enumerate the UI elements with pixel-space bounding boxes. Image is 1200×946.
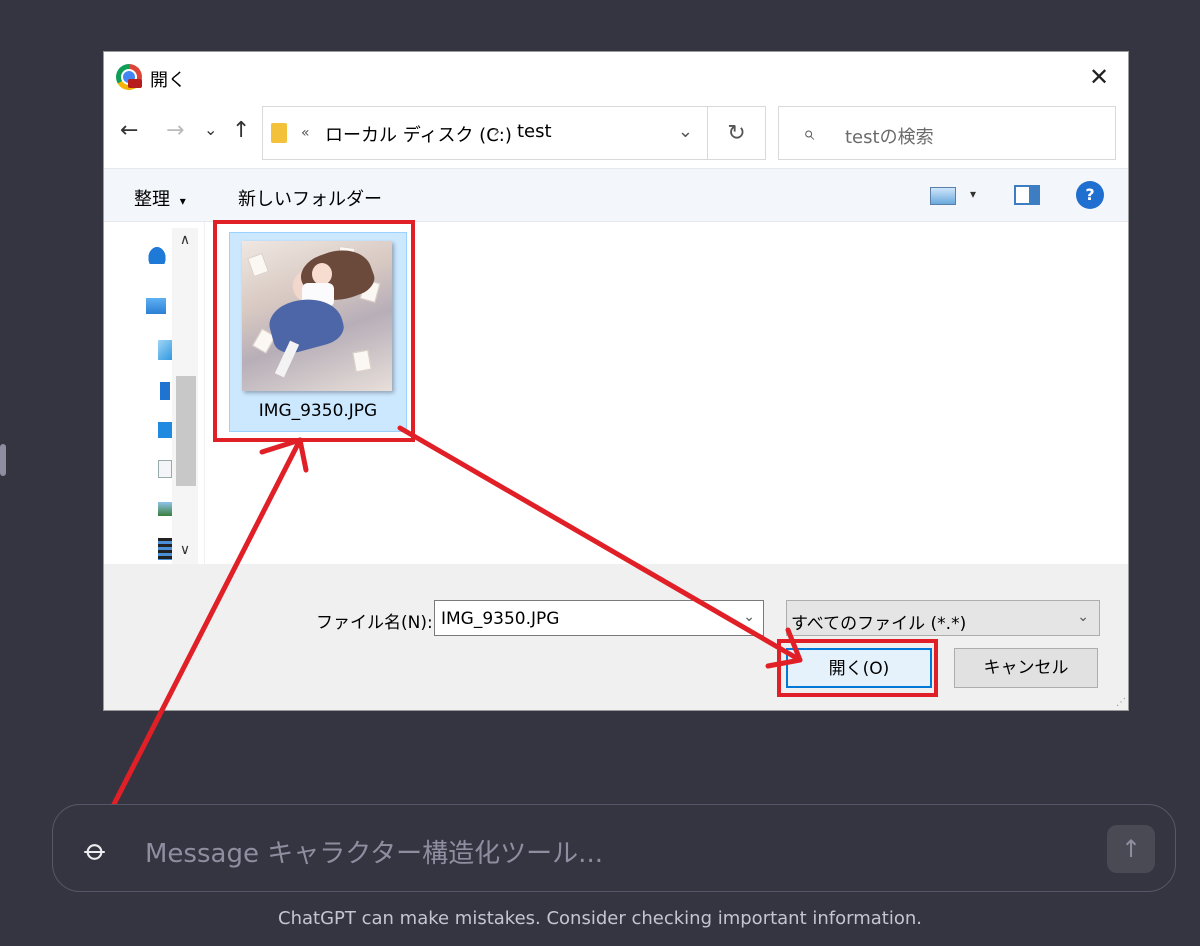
breadcrumb-local-disk[interactable]: ローカル ディスク (C:) — [325, 121, 512, 147]
recent-locations-chevron-icon[interactable]: ⌄ — [204, 120, 217, 139]
annotation-highlight-open-button — [777, 639, 938, 697]
documents-icon[interactable] — [158, 460, 172, 478]
address-bar[interactable]: « ローカル ディスク (C:) › test ⌄ — [262, 106, 708, 160]
filename-input[interactable]: IMG_9350.JPG ⌄ — [434, 600, 764, 636]
help-icon[interactable]: ? — [1076, 181, 1104, 209]
filename-label: ファイル名(N): — [316, 613, 433, 633]
filetype-value: すべてのファイル (*.*) — [791, 614, 967, 634]
pictures-icon[interactable] — [158, 502, 172, 516]
resize-grip-icon[interactable]: ⋰ — [1116, 697, 1126, 708]
downloads-icon[interactable] — [160, 382, 170, 400]
breadcrumb-separator: › — [493, 121, 501, 142]
annotation-highlight-file — [213, 220, 415, 442]
back-arrow-icon[interactable]: ← — [120, 118, 138, 143]
forward-arrow-icon[interactable]: → — [166, 118, 184, 143]
scrollbar-thumb[interactable] — [176, 376, 196, 486]
disclaimer-text: ChatGPT can make mistakes. Consider chec… — [278, 908, 922, 929]
address-dropdown-chevron-icon[interactable]: ⌄ — [678, 121, 693, 142]
filename-value: IMG_9350.JPG — [441, 609, 560, 629]
preview-pane-icon[interactable] — [1014, 185, 1040, 205]
chrome-profile-badge-icon — [128, 79, 142, 88]
dialog-title: 開く — [150, 70, 186, 91]
onedrive-icon[interactable] — [146, 244, 168, 264]
navigation-bar: ← → ⌄ ↑ « ローカル ディスク (C:) › test ⌄ ↻ ⌕ te… — [104, 106, 1128, 162]
filetype-select[interactable]: すべてのファイル (*.*) ⌄ — [786, 600, 1100, 636]
organize-label: 整理 — [134, 189, 170, 210]
message-input[interactable]: Message キャラクター構造化ツール... — [145, 833, 603, 870]
cancel-button[interactable]: キャンセル — [954, 648, 1098, 688]
change-view-icon[interactable] — [930, 187, 956, 205]
sidebar-toggle-handle[interactable] — [0, 444, 6, 476]
command-toolbar: 整理 ▾ 新しいフォルダー ▾ ? — [104, 168, 1128, 222]
paperclip-attach-icon[interactable]: ⌀ — [77, 832, 115, 870]
scroll-down-icon[interactable]: ∨ — [174, 542, 196, 558]
filetype-chevron-icon: ⌄ — [1077, 609, 1089, 625]
scroll-up-icon[interactable]: ∧ — [174, 232, 196, 248]
search-icon: ⌕ — [803, 121, 815, 145]
up-folder-arrow-icon[interactable]: ↑ — [232, 118, 250, 143]
videos-icon[interactable] — [158, 538, 172, 560]
send-arrow-icon[interactable]: ↑ — [1107, 825, 1155, 873]
view-options-caret-icon[interactable]: ▾ — [970, 187, 976, 201]
breadcrumb-overflow[interactable]: « — [301, 125, 310, 141]
message-composer: ⌀ Message キャラクター構造化ツール... ↑ — [52, 804, 1176, 892]
folder-icon — [271, 123, 287, 143]
filename-dropdown-chevron-icon[interactable]: ⌄ — [743, 609, 755, 625]
refresh-icon[interactable]: ↻ — [708, 106, 766, 160]
this-pc-icon[interactable] — [146, 298, 166, 314]
search-placeholder: testの検索 — [845, 127, 934, 148]
search-box[interactable]: ⌕ testの検索 — [778, 106, 1116, 160]
dialog-footer: ファイル名(N): IMG_9350.JPG ⌄ すべてのファイル (*.*) … — [104, 564, 1128, 710]
close-icon[interactable]: ✕ — [1084, 62, 1114, 92]
breadcrumb-test[interactable]: test — [517, 121, 552, 142]
organize-caret-icon: ▾ — [179, 194, 186, 208]
new-folder-button[interactable]: 新しいフォルダー — [238, 185, 382, 211]
navigation-pane-scrollbar[interactable]: ∧ ∨ — [172, 228, 198, 564]
organize-button[interactable]: 整理 ▾ — [134, 185, 186, 211]
desktop-icon[interactable] — [158, 422, 172, 438]
dialog-titlebar: 開く ✕ — [104, 52, 1128, 102]
